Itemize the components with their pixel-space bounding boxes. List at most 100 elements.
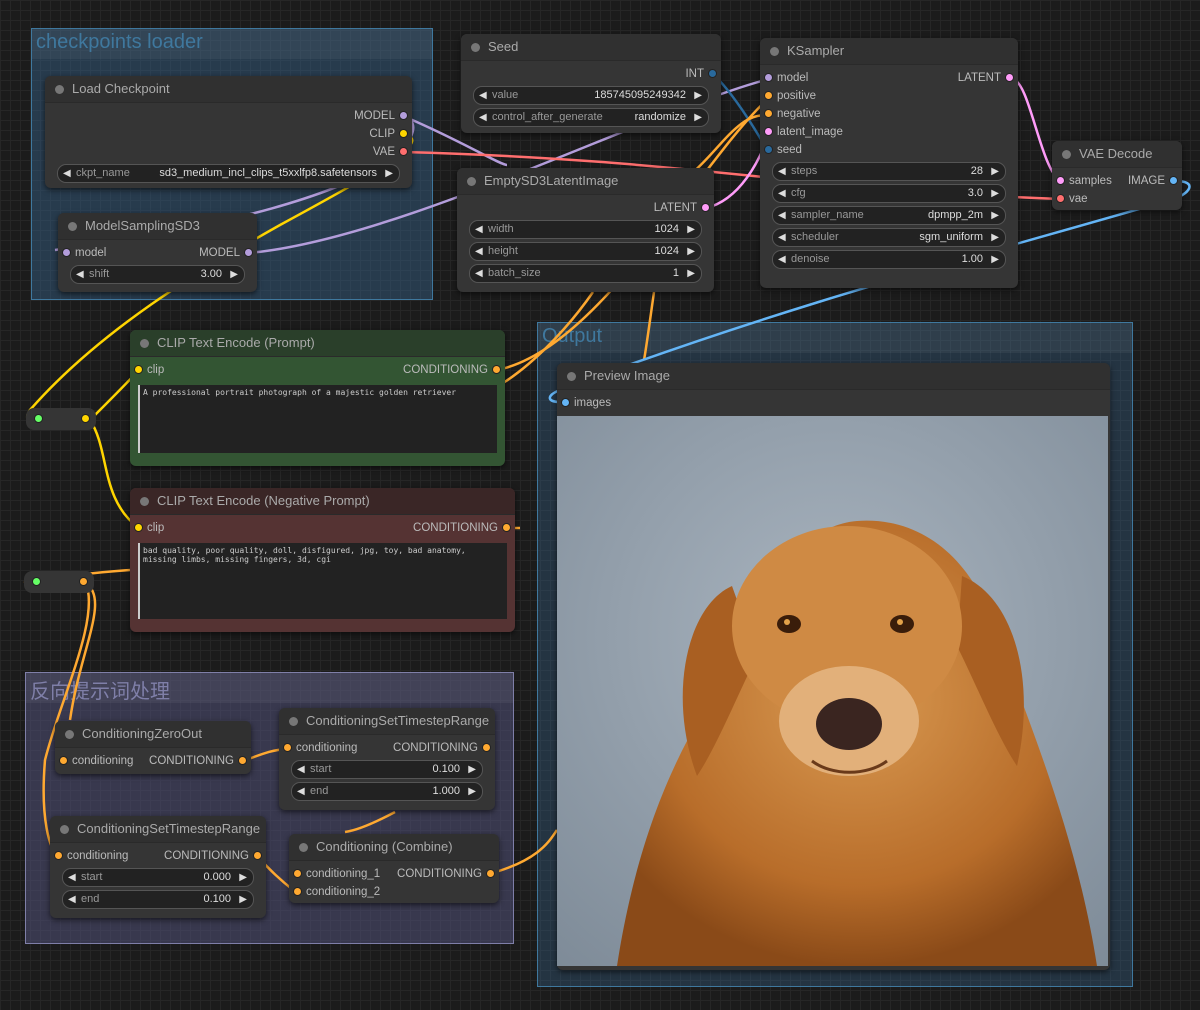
node-vae-decode[interactable]: VAE Decode samples IMAGE vae — [1052, 141, 1182, 210]
widget-value[interactable]: 3.0 — [968, 185, 983, 202]
decrement-arrow-icon[interactable]: ◀ — [475, 221, 483, 238]
output-slot-CONDITIONING[interactable]: CONDITIONING — [393, 739, 491, 757]
widget-width[interactable]: ◀ width 1024 ▶ — [469, 220, 702, 239]
slot-dot-icon[interactable] — [283, 743, 292, 753]
slot-dot-icon[interactable] — [238, 756, 247, 766]
widget-batch-size[interactable]: ◀ batch_size 1 ▶ — [469, 264, 702, 283]
node-title[interactable]: CLIP Text Encode (Negative Prompt) — [130, 488, 515, 515]
widget-value[interactable]: dpmpp_2m — [928, 207, 983, 224]
slot-dot-icon[interactable] — [482, 743, 491, 753]
input-slot-latent_image[interactable]: latent_image — [764, 123, 843, 141]
node-clip-neg[interactable]: CLIP Text Encode (Negative Prompt) clip CO… — [130, 488, 515, 632]
node-title[interactable]: ConditioningZeroOut — [55, 721, 251, 748]
widget-control-after-generate[interactable]: ◀ control_after_generate randomize ▶ — [473, 108, 709, 127]
output-slot-VAE[interactable]: VAE — [373, 143, 408, 161]
input-slot-conditioning_2[interactable]: conditioning_2 — [293, 883, 380, 901]
widget-value[interactable]: 185745095249342 — [594, 87, 686, 104]
decrement-arrow-icon[interactable]: ◀ — [778, 229, 786, 246]
increment-arrow-icon[interactable]: ▶ — [385, 165, 393, 182]
collapse-dot-icon[interactable] — [65, 730, 74, 739]
widget-cfg[interactable]: ◀ cfg 3.0 ▶ — [772, 184, 1006, 203]
slot-dot-icon[interactable] — [1169, 176, 1178, 186]
slot-dot-icon[interactable] — [486, 869, 495, 879]
reroute-node[interactable] — [26, 408, 96, 430]
node-clip-pos[interactable]: CLIP Text Encode (Prompt) clip CONDITIONIN… — [130, 330, 505, 466]
slot-dot-icon[interactable] — [1056, 176, 1065, 186]
increment-arrow-icon[interactable]: ▶ — [991, 207, 999, 224]
collapse-dot-icon[interactable] — [299, 843, 308, 852]
output-slot-CLIP[interactable]: CLIP — [369, 125, 408, 143]
node-ksampler[interactable]: KSampler model LATENT positive negative laten… — [760, 38, 1018, 288]
increment-arrow-icon[interactable]: ▶ — [991, 163, 999, 180]
increment-arrow-icon[interactable]: ▶ — [687, 243, 695, 260]
output-slot-LATENT[interactable]: LATENT — [654, 199, 710, 217]
widget-value[interactable]: randomize — [635, 109, 686, 126]
increment-arrow-icon[interactable]: ▶ — [991, 251, 999, 268]
reroute-input-dot[interactable] — [32, 577, 41, 586]
widget-value[interactable]: 1.00 — [962, 251, 983, 268]
prompt-textarea[interactable]: A professional portrait photograph of a … — [138, 385, 497, 453]
input-slot-clip[interactable]: clip — [134, 519, 164, 537]
slot-dot-icon[interactable] — [764, 145, 773, 155]
collapse-dot-icon[interactable] — [289, 717, 298, 726]
widget-end[interactable]: ◀ end 1.000 ▶ — [291, 782, 483, 801]
decrement-arrow-icon[interactable]: ◀ — [475, 265, 483, 282]
slot-dot-icon[interactable] — [293, 887, 302, 897]
output-slot-CONDITIONING[interactable]: CONDITIONING — [149, 752, 247, 770]
widget-sampler-name[interactable]: ◀ sampler_name dpmpp_2m ▶ — [772, 206, 1006, 225]
output-slot-IMAGE[interactable]: IMAGE — [1128, 172, 1178, 190]
input-slot-seed[interactable]: seed — [764, 141, 802, 159]
collapse-dot-icon[interactable] — [467, 177, 476, 186]
widget-value[interactable]: sd3_medium_incl_clips_t5xxlfp8.safetenso… — [159, 165, 377, 182]
widget-steps[interactable]: ◀ steps 28 ▶ — [772, 162, 1006, 181]
widget-value[interactable]: 1024 — [655, 221, 679, 238]
decrement-arrow-icon[interactable]: ◀ — [778, 185, 786, 202]
slot-dot-icon[interactable] — [59, 756, 68, 766]
node-title[interactable]: CLIP Text Encode (Prompt) — [130, 330, 505, 357]
widget-ckpt-name[interactable]: ◀ ckpt_name sd3_medium_incl_clips_t5xxlfp8… — [57, 164, 400, 183]
reroute-output-dot[interactable] — [79, 577, 88, 586]
collapse-dot-icon[interactable] — [55, 85, 64, 94]
input-slot-model[interactable]: model — [764, 69, 808, 87]
collapse-dot-icon[interactable] — [140, 497, 149, 506]
reroute-node[interactable] — [24, 571, 94, 593]
slot-dot-icon[interactable] — [399, 147, 408, 157]
node-model-sampling[interactable]: ModelSamplingSD3 model MODEL ◀ shift 3.00 ▶ — [58, 213, 257, 292]
node-combine[interactable]: Conditioning (Combine) conditioning_1 COND… — [289, 834, 499, 903]
slot-dot-icon[interactable] — [1005, 73, 1014, 83]
increment-arrow-icon[interactable]: ▶ — [239, 869, 247, 886]
node-title[interactable]: EmptySD3LatentImage — [457, 168, 714, 195]
input-slot-conditioning[interactable]: conditioning — [283, 739, 357, 757]
decrement-arrow-icon[interactable]: ◀ — [297, 783, 305, 800]
node-title[interactable]: ModelSamplingSD3 — [58, 213, 257, 240]
node-title[interactable]: KSampler — [760, 38, 1018, 65]
slot-dot-icon[interactable] — [62, 248, 71, 258]
node-title[interactable]: Seed — [461, 34, 721, 61]
slot-dot-icon[interactable] — [502, 523, 511, 533]
slot-dot-icon[interactable] — [764, 109, 773, 119]
widget-value[interactable]: 0.100 — [432, 761, 460, 778]
decrement-arrow-icon[interactable]: ◀ — [778, 207, 786, 224]
collapse-dot-icon[interactable] — [471, 43, 480, 52]
output-slot-CONDITIONING[interactable]: CONDITIONING — [164, 847, 262, 865]
node-empty-latent[interactable]: EmptySD3LatentImage LATENT ◀ width 1024 ▶ ◀ hei… — [457, 168, 714, 292]
increment-arrow-icon[interactable]: ▶ — [468, 761, 476, 778]
slot-dot-icon[interactable] — [134, 523, 143, 533]
node-title[interactable]: Preview Image — [557, 363, 1110, 390]
widget-start[interactable]: ◀ start 0.100 ▶ — [291, 760, 483, 779]
slot-dot-icon[interactable] — [561, 398, 570, 408]
increment-arrow-icon[interactable]: ▶ — [991, 229, 999, 246]
output-slot-MODEL[interactable]: MODEL — [354, 107, 408, 125]
decrement-arrow-icon[interactable]: ◀ — [63, 165, 71, 182]
input-slot-samples[interactable]: samples — [1056, 172, 1112, 190]
node-zero-out[interactable]: ConditioningZeroOut conditioning CONDITION… — [55, 721, 251, 774]
node-title[interactable]: ConditioningSetTimestepRange — [50, 816, 266, 843]
increment-arrow-icon[interactable]: ▶ — [230, 266, 238, 283]
input-slot-model[interactable]: model — [62, 244, 106, 262]
slot-dot-icon[interactable] — [253, 851, 262, 861]
output-slot-LATENT[interactable]: LATENT — [958, 69, 1014, 87]
input-slot-vae[interactable]: vae — [1056, 190, 1088, 208]
widget-height[interactable]: ◀ height 1024 ▶ — [469, 242, 702, 261]
widget-scheduler[interactable]: ◀ scheduler sgm_uniform ▶ — [772, 228, 1006, 247]
widget-value[interactable]: 0.000 — [203, 869, 231, 886]
